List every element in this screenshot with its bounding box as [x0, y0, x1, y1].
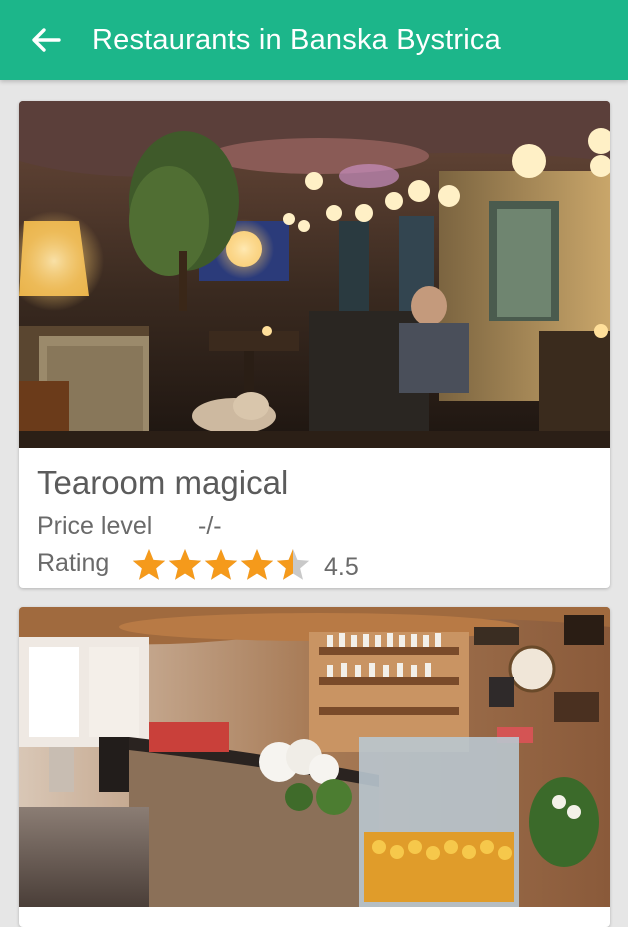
restaurant-card[interactable]: Tearoom magical Price level -/- Rating 4… [19, 101, 610, 588]
price-level-value: -/- [198, 512, 222, 540]
price-level-label: Price level [37, 512, 153, 540]
restaurant-photo [19, 607, 610, 907]
app-bar: Restaurants in Banska Bystrica [0, 0, 628, 80]
rating-label: Rating [37, 549, 110, 577]
star-filled-icon [168, 549, 202, 580]
back-button[interactable] [0, 0, 92, 80]
star-filled-icon [132, 549, 166, 580]
rating-stars [132, 549, 310, 580]
restaurant-card[interactable] [19, 607, 610, 927]
star-filled-icon [240, 549, 274, 580]
rating-value: 4.5 [324, 553, 359, 581]
restaurant-photo [19, 101, 610, 448]
page-title: Restaurants in Banska Bystrica [92, 23, 501, 56]
restaurant-name: Tearoom magical [37, 464, 289, 501]
arrow-left-icon [32, 28, 61, 52]
star-filled-icon [204, 549, 238, 580]
